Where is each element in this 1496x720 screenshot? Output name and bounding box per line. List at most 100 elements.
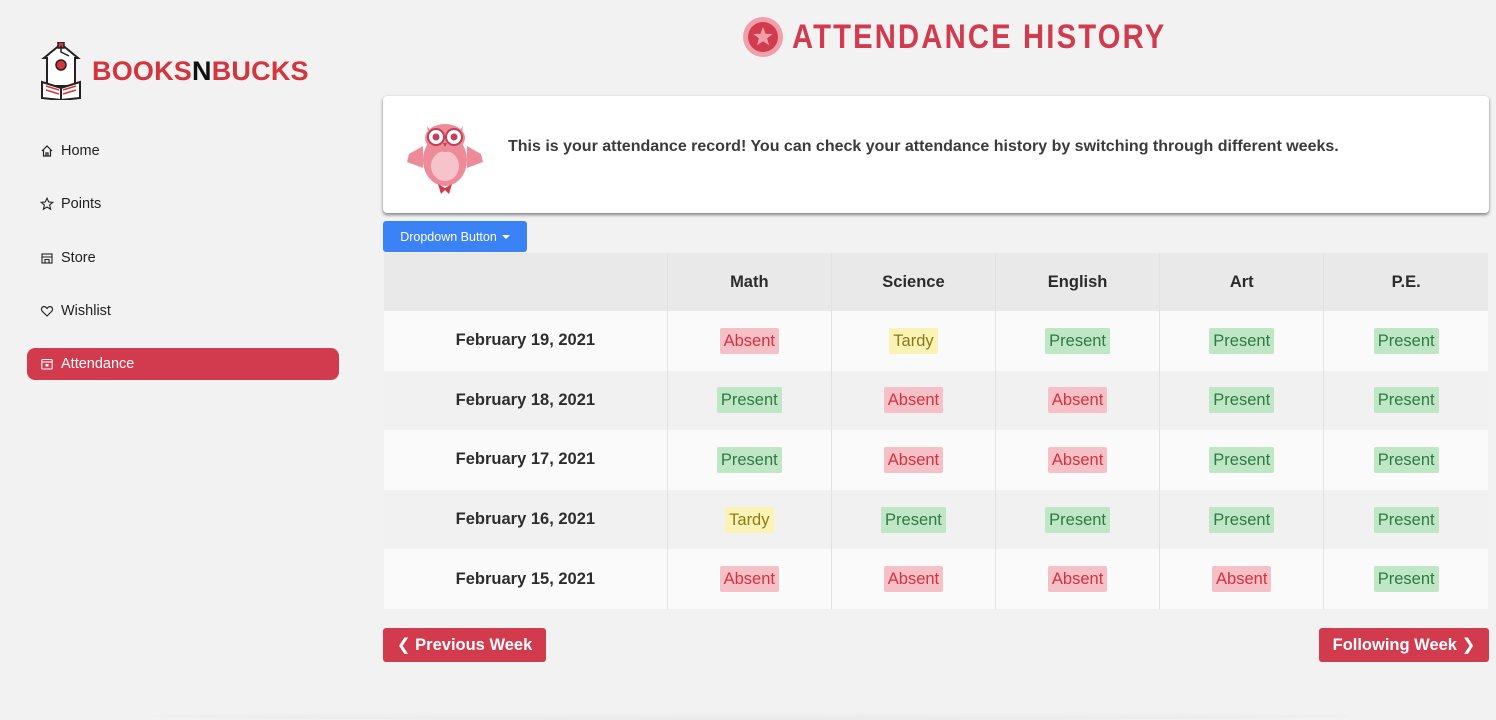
status-badge: Absent bbox=[1047, 387, 1108, 414]
status-badge: Tardy bbox=[725, 506, 774, 533]
status-badge: Absent bbox=[719, 566, 779, 593]
attendance-cell: Present bbox=[1323, 430, 1488, 490]
sidebar-item-store[interactable]: Store bbox=[27, 242, 339, 274]
column-header: English bbox=[995, 253, 1160, 311]
status-badge: Present bbox=[1373, 506, 1439, 533]
row-date: February 19, 2021 bbox=[384, 311, 668, 371]
sidebar-item-label: Store bbox=[61, 249, 96, 266]
store-icon bbox=[39, 250, 55, 266]
row-date: February 15, 2021 bbox=[384, 549, 668, 609]
status-badge: Absent bbox=[719, 327, 779, 354]
attendance-cell: Absent bbox=[995, 549, 1160, 609]
home-icon bbox=[39, 143, 55, 159]
status-badge: Present bbox=[1373, 566, 1439, 593]
status-badge: Absent bbox=[883, 387, 944, 414]
sidebar: BOOKSNBUCKS Home Points Store Wishlist A… bbox=[0, 0, 360, 720]
status-badge: Present bbox=[1373, 327, 1439, 354]
sidebar-item-label: Wishlist bbox=[61, 302, 111, 319]
attendance-cell: Present bbox=[1323, 549, 1488, 609]
logo-text: BOOKSNBUCKS bbox=[92, 56, 309, 87]
status-badge: Present bbox=[716, 446, 782, 473]
attendance-cell: Present bbox=[1323, 370, 1488, 431]
sidebar-item-points[interactable]: Points bbox=[27, 188, 339, 220]
row-date: February 17, 2021 bbox=[384, 430, 668, 490]
info-card: This is your attendance record! You can … bbox=[383, 96, 1489, 213]
status-badge: Present bbox=[1209, 446, 1275, 473]
column-header: Science bbox=[830, 253, 996, 311]
attendance-cell: Absent bbox=[830, 430, 996, 490]
status-badge: Present bbox=[1373, 387, 1439, 414]
row-date: February 16, 2021 bbox=[384, 489, 668, 550]
status-badge: Present bbox=[1045, 506, 1111, 533]
week-dropdown-button[interactable]: Dropdown Button bbox=[383, 221, 527, 252]
attendance-cell: Present bbox=[666, 430, 832, 490]
attendance-cell: Present bbox=[666, 370, 832, 431]
attendance-cell: Present bbox=[1323, 311, 1488, 371]
status-badge: Absent bbox=[883, 566, 944, 593]
attendance-cell: Absent bbox=[666, 549, 832, 609]
page-bottom-shadow bbox=[150, 712, 1350, 720]
status-badge: Present bbox=[1209, 327, 1275, 354]
column-header: Math bbox=[666, 253, 832, 311]
table-row: February 15, 2021 Absent Absent Absent Absen… bbox=[384, 549, 1488, 609]
table-row: February 19, 2021 Absent Tardy Present Prese… bbox=[384, 311, 1488, 371]
app-logo[interactable]: BOOKSNBUCKS bbox=[38, 42, 309, 100]
star-badge-icon bbox=[743, 17, 783, 57]
attendance-table: Math Science English Art P.E. February 1… bbox=[384, 253, 1488, 609]
attendance-cell: Present bbox=[830, 489, 996, 550]
status-badge: Absent bbox=[1047, 446, 1108, 473]
table-header-row: Math Science English Art P.E. bbox=[384, 253, 1488, 311]
sidebar-item-home[interactable]: Home bbox=[27, 135, 339, 167]
table-row: February 17, 2021 Present Absent Absent Pres… bbox=[384, 430, 1488, 490]
attendance-cell: Absent bbox=[830, 549, 996, 609]
status-badge: Present bbox=[1209, 387, 1275, 414]
previous-week-button[interactable]: ❮ Previous Week bbox=[383, 628, 546, 662]
star-icon bbox=[39, 196, 55, 212]
logo-text-bucks: BUCKS bbox=[211, 55, 309, 86]
attendance-cell: Present bbox=[1323, 489, 1488, 550]
attendance-cell: Present bbox=[1159, 489, 1324, 550]
status-badge: Present bbox=[1373, 446, 1439, 473]
status-badge: Tardy bbox=[889, 327, 938, 354]
attendance-cell: Absent bbox=[995, 370, 1160, 431]
dropdown-label: Dropdown Button bbox=[400, 229, 497, 244]
logo-text-n: N bbox=[192, 55, 212, 86]
heart-icon bbox=[39, 303, 55, 319]
column-header: P.E. bbox=[1323, 253, 1488, 311]
column-header bbox=[384, 253, 668, 311]
status-badge: Present bbox=[716, 387, 782, 414]
sidebar-item-label: Points bbox=[61, 196, 102, 213]
row-date: February 18, 2021 bbox=[384, 370, 668, 431]
status-badge: Present bbox=[881, 506, 946, 533]
attendance-cell: Absent bbox=[1159, 549, 1324, 609]
following-week-button[interactable]: Following Week ❯ bbox=[1319, 628, 1489, 662]
logo-text-books: BOOKS bbox=[92, 55, 193, 86]
attendance-cell: Absent bbox=[666, 311, 832, 371]
attendance-cell: Tardy bbox=[830, 311, 996, 371]
status-badge: Present bbox=[1209, 506, 1275, 533]
calendar-icon bbox=[39, 356, 55, 372]
page-title: ATTENDANCE HISTORY bbox=[792, 17, 1167, 56]
table-row: February 18, 2021 Present Absent Absent Pres… bbox=[384, 370, 1488, 431]
attendance-cell: Present bbox=[995, 311, 1160, 371]
attendance-cell: Absent bbox=[830, 370, 996, 431]
attendance-cell: Absent bbox=[995, 430, 1160, 490]
page-header: ATTENDANCE HISTORY bbox=[742, 16, 1227, 58]
status-badge: Absent bbox=[883, 446, 944, 473]
attendance-cell: Present bbox=[1159, 430, 1324, 490]
sidebar-item-label: Home bbox=[61, 143, 100, 159]
schoolhouse-book-icon bbox=[41, 42, 81, 100]
sidebar-item-wishlist[interactable]: Wishlist bbox=[27, 295, 339, 327]
status-badge: Present bbox=[1045, 327, 1111, 354]
sidebar-item-attendance[interactable]: Attendance bbox=[27, 348, 339, 381]
caret-down-icon bbox=[501, 234, 510, 239]
attendance-cell: Tardy bbox=[666, 489, 832, 550]
table-row: February 16, 2021 Tardy Present Present Pres… bbox=[384, 489, 1488, 550]
attendance-cell: Present bbox=[1159, 370, 1324, 431]
status-badge: Absent bbox=[1212, 566, 1272, 593]
column-header: Art bbox=[1159, 253, 1324, 311]
attendance-cell: Present bbox=[1159, 311, 1324, 371]
sidebar-nav: Home Points Store Wishlist Attendance bbox=[27, 135, 339, 401]
status-badge: Absent bbox=[1047, 566, 1108, 593]
owl-icon bbox=[407, 124, 483, 194]
